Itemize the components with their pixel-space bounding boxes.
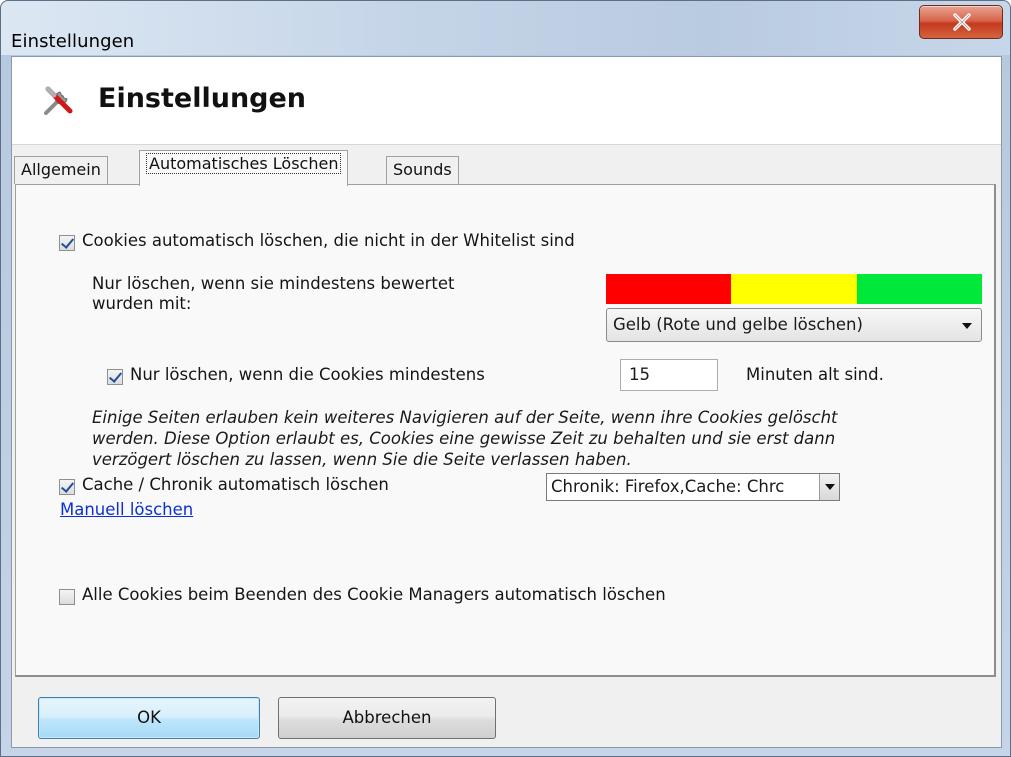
tab-label: Sounds <box>393 160 452 179</box>
rating-select[interactable]: Gelb (Rote und gelbe löschen) <box>606 308 982 342</box>
min-age-checkbox[interactable] <box>107 369 123 385</box>
min-age-unit: Minuten alt sind. <box>746 365 884 384</box>
tab-strip: Allgemein Automatisches Löschen Sounds <box>12 150 1001 186</box>
note-line2: werden. Diese Option erlaubt es, Cookies… <box>92 429 836 448</box>
tab-automatisches-loeschen[interactable]: Automatisches Löschen <box>139 150 349 186</box>
rating-green-segment <box>856 274 982 304</box>
tab-label: Allgemein <box>21 160 101 179</box>
chevron-down-icon[interactable] <box>819 474 839 500</box>
min-age-input[interactable]: 15 <box>620 359 718 391</box>
tab-page-auto-delete: Cookies automatisch löschen, die nicht i… <box>15 184 996 677</box>
tab-allgemein[interactable]: Allgemein <box>14 156 108 184</box>
cache-history-checkbox[interactable] <box>59 479 75 495</box>
rating-yellow-segment <box>731 274 857 304</box>
min-age-label: Nur löschen, wenn die Cookies mindestens <box>130 365 485 384</box>
manual-delete-link[interactable]: Manuell löschen <box>60 500 193 519</box>
browser-select-value: Chronik: Firefox,Cache: Chrc <box>551 477 785 496</box>
tab-sounds[interactable]: Sounds <box>386 156 459 184</box>
note-line3: verzögert löschen zu lassen, wenn Sie di… <box>92 450 632 469</box>
delete-on-exit-label: Alle Cookies beim Beenden des Cookie Man… <box>82 585 666 604</box>
cancel-button[interactable]: Abbrechen <box>278 697 496 739</box>
note-line1: Einige Seiten erlauben kein weiteres Nav… <box>92 408 838 427</box>
tab-label: Automatisches Löschen <box>146 153 342 174</box>
rating-text-line1: Nur löschen, wenn sie mindestens bewerte… <box>92 274 455 293</box>
browser-select[interactable]: Chronik: Firefox,Cache: Chrc <box>546 473 840 501</box>
rating-text-line2: wurden mit: <box>92 294 192 313</box>
close-icon <box>953 13 971 31</box>
close-button[interactable] <box>919 5 1003 39</box>
tools-icon <box>44 86 73 115</box>
dialog-client-area: Einstellungen Allgemein Automatisches Lö… <box>11 56 1002 748</box>
cookies-auto-delete-label: Cookies automatisch löschen, die nicht i… <box>82 231 575 250</box>
rating-color-bar <box>606 274 982 304</box>
rating-red-segment <box>606 274 732 304</box>
title-bar[interactable]: Einstellungen <box>1 1 1010 55</box>
chevron-down-icon <box>962 323 972 329</box>
dialog-header: Einstellungen <box>12 57 1001 145</box>
cookies-auto-delete-checkbox[interactable] <box>59 235 75 251</box>
ok-button[interactable]: OK <box>38 697 260 739</box>
settings-window: Einstellungen Einstellungen Allgemein Au… <box>0 0 1011 757</box>
rating-select-value: Gelb (Rote und gelbe löschen) <box>613 315 863 334</box>
delete-on-exit-checkbox[interactable] <box>59 589 75 605</box>
cache-history-label: Cache / Chronik automatisch löschen <box>82 475 389 494</box>
window-title: Einstellungen <box>11 31 135 52</box>
dialog-heading: Einstellungen <box>98 83 307 114</box>
